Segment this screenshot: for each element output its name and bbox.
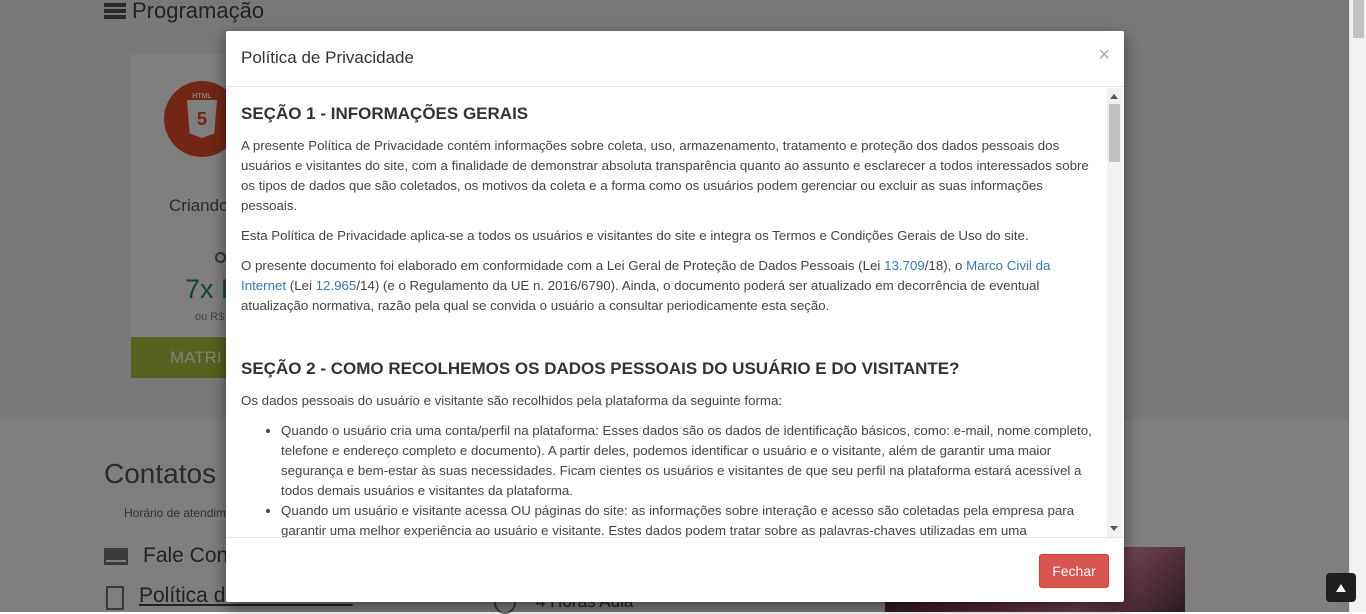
law-link[interactable]: 13.709 — [884, 258, 925, 273]
scroll-down-arrow-icon[interactable] — [1110, 526, 1118, 531]
scroll-up-arrow-icon[interactable] — [1110, 94, 1118, 99]
close-icon[interactable]: × — [1098, 45, 1110, 65]
list-item: Quando um usuário e visitante acessa OU … — [281, 501, 1093, 537]
arrow-up-icon — [1336, 583, 1346, 592]
modal-body[interactable]: SEÇÃO 1 - INFORMAÇÕES GERAIS A presente … — [226, 88, 1124, 537]
section-2-title: SEÇÃO 2 - COMO RECOLHEMOS OS DADOS PESSO… — [241, 359, 960, 378]
modal-scrollbar-thumb[interactable] — [1109, 104, 1120, 162]
modal-header: Política de Privacidade × — [226, 31, 1124, 87]
close-button[interactable]: Fechar — [1039, 554, 1109, 588]
page-scrollbar-thumb[interactable] — [1353, 0, 1364, 38]
law-link[interactable]: 12.965 — [316, 278, 357, 293]
modal-title: Política de Privacidade — [241, 48, 414, 67]
privacy-modal: Política de Privacidade × SEÇÃO 1 - INFO… — [226, 31, 1124, 602]
modal-scrollbar[interactable] — [1107, 88, 1122, 537]
section-2-intro: Os dados pessoais do usuário e visitante… — [241, 393, 783, 408]
list-item: Quando o usuário cria uma conta/perfil n… — [281, 421, 1093, 501]
section-1-paragraph: Esta Política de Privacidade aplica-se a… — [241, 228, 1029, 243]
section-1-paragraph: A presente Política de Privacidade conté… — [241, 138, 1089, 213]
modal-footer: Fechar — [226, 537, 1124, 602]
section-1-paragraph: O presente documento foi elaborado em co… — [241, 258, 1051, 313]
section-1-title: SEÇÃO 1 - INFORMAÇÕES GERAIS — [241, 104, 529, 123]
back-to-top-button[interactable] — [1326, 573, 1356, 602]
section-2-list: Quando o usuário cria uma conta/perfil n… — [241, 421, 1093, 537]
page-scrollbar[interactable] — [1349, 0, 1366, 612]
